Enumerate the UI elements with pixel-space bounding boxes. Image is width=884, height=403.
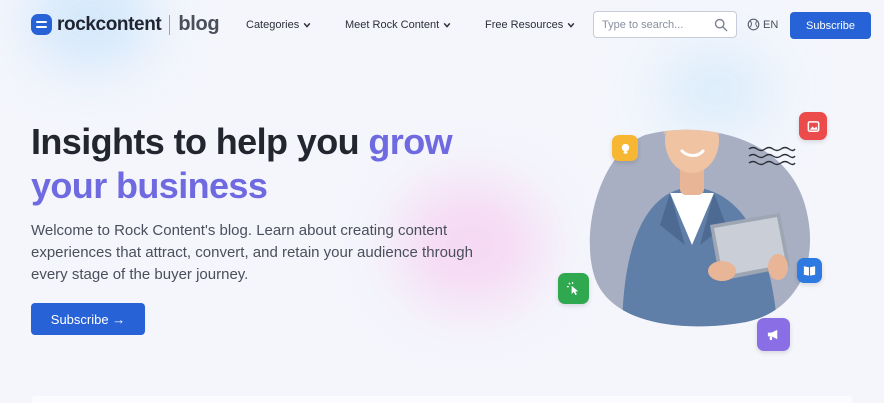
language-label: EN [763, 18, 779, 31]
language-selector[interactable]: EN [747, 18, 778, 31]
logo-icon [31, 14, 52, 35]
site-logo[interactable]: rockcontent blog [31, 13, 220, 36]
hero-title-accent: grow [368, 121, 452, 162]
hero-title: Insights to help you grow your business [31, 120, 491, 208]
image-icon [799, 112, 827, 140]
nav-label: Meet Rock Content [345, 19, 440, 31]
chevron-down-icon [443, 22, 451, 28]
header-subscribe-button[interactable]: Subscribe [790, 12, 871, 39]
globe-icon [747, 18, 760, 31]
hero-description: Welcome to Rock Content's blog. Learn ab… [31, 222, 473, 283]
chevron-down-icon [567, 22, 575, 28]
hero-illustration [550, 95, 850, 365]
nav-categories[interactable]: Categories [246, 19, 311, 31]
search-box [593, 11, 737, 38]
hero-subscribe-button[interactable]: Subscribe → [31, 303, 145, 335]
hero-title-accent: your business [31, 165, 268, 206]
nav-label: Categories [246, 19, 300, 31]
search-input[interactable] [602, 17, 710, 33]
nav-free-resources[interactable]: Free Resources [485, 19, 575, 31]
nav-label: Free Resources [485, 19, 564, 31]
site-header: rockcontent blog Categories Meet Rock Co… [0, 0, 884, 50]
content-card-edge [32, 396, 852, 403]
megaphone-icon [757, 318, 790, 351]
logo-divider [169, 14, 171, 35]
brand-name: rockcontent [57, 13, 162, 35]
brand-section: blog [178, 13, 220, 35]
chevron-down-icon [303, 22, 311, 28]
cursor-click-icon [558, 273, 589, 304]
lightbulb-icon [612, 135, 638, 161]
hero-title-plain: Insights to help you [31, 121, 369, 162]
book-icon [797, 258, 822, 283]
waves-icon [748, 146, 796, 166]
nav-meet-rock-content[interactable]: Meet Rock Content [345, 19, 451, 31]
search-icon[interactable] [714, 18, 728, 32]
